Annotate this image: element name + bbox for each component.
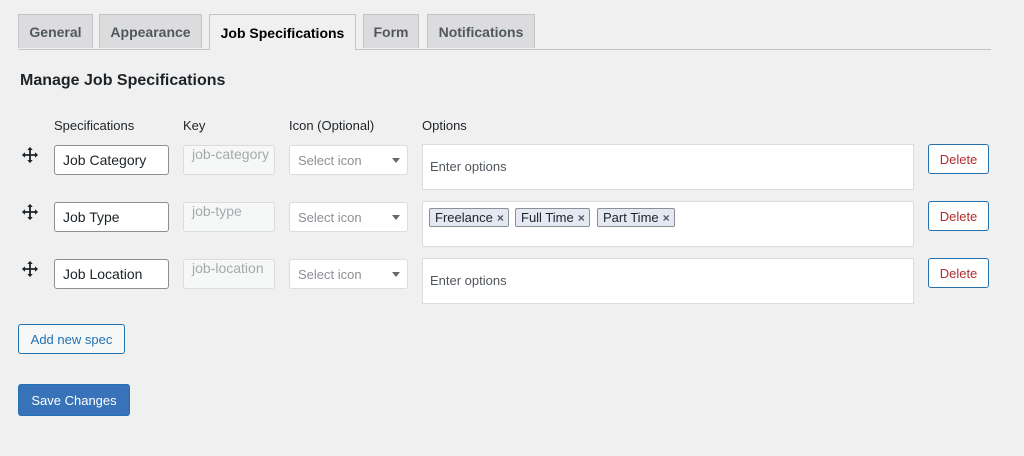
caret-down-icon [392,158,400,163]
close-icon[interactable]: × [497,211,504,225]
spec-key-field: job-type [183,202,275,232]
spec-row: job-category Select icon Enter options D… [0,144,1024,190]
icon-select[interactable]: Select icon [289,259,408,289]
icon-select-placeholder: Select icon [298,152,362,168]
option-chip-label: Part Time [603,210,659,225]
option-chip: Part Time × [597,208,675,227]
save-changes-button[interactable]: Save Changes [18,384,130,416]
move-arrows-icon[interactable] [21,260,39,278]
icon-select-placeholder: Select icon [298,209,362,225]
option-chip: Full Time × [515,208,590,227]
spec-row: job-type Select icon Freelance × Full Ti… [0,201,1024,247]
tab-form[interactable]: Form [363,14,419,48]
add-new-spec-button[interactable]: Add new spec [18,324,125,354]
column-header-specifications: Specifications [54,118,135,133]
move-arrows-icon[interactable] [21,203,39,221]
delete-button[interactable]: Delete [928,258,989,288]
options-input[interactable]: Enter options [422,258,914,304]
tab-general[interactable]: General [18,14,93,48]
icon-select[interactable]: Select icon [289,145,408,175]
icon-select-placeholder: Select icon [298,266,362,282]
spec-row: job-location Select icon Enter options D… [0,258,1024,304]
option-chip-label: Freelance [435,210,493,225]
close-icon[interactable]: × [578,211,585,225]
options-placeholder: Enter options [430,159,507,174]
column-header-icon: Icon (Optional) [289,118,375,133]
spec-name-input[interactable] [54,259,169,289]
caret-down-icon [392,215,400,220]
tab-notifications[interactable]: Notifications [427,14,535,48]
caret-down-icon [392,272,400,277]
delete-button[interactable]: Delete [928,144,989,174]
icon-select[interactable]: Select icon [289,202,408,232]
tab-appearance[interactable]: Appearance [99,14,202,48]
move-arrows-icon[interactable] [21,146,39,164]
options-input[interactable]: Freelance × Full Time × Part Time × [422,201,914,247]
column-header-key: Key [183,118,206,133]
tab-job-specifications[interactable]: Job Specifications [209,14,356,50]
spec-name-input[interactable] [54,202,169,232]
settings-tabs: General Appearance Job Specifications Fo… [18,14,991,50]
spec-key-field: job-location [183,259,275,289]
close-icon[interactable]: × [663,211,670,225]
option-chip: Freelance × [429,208,509,227]
spec-key-field: job-category [183,145,275,175]
options-input[interactable]: Enter options [422,144,914,190]
spec-name-input[interactable] [54,145,169,175]
column-header-options: Options [422,118,467,133]
delete-button[interactable]: Delete [928,201,989,231]
options-placeholder: Enter options [430,273,507,288]
section-title: Manage Job Specifications [20,72,226,89]
option-chip-label: Full Time [521,210,574,225]
